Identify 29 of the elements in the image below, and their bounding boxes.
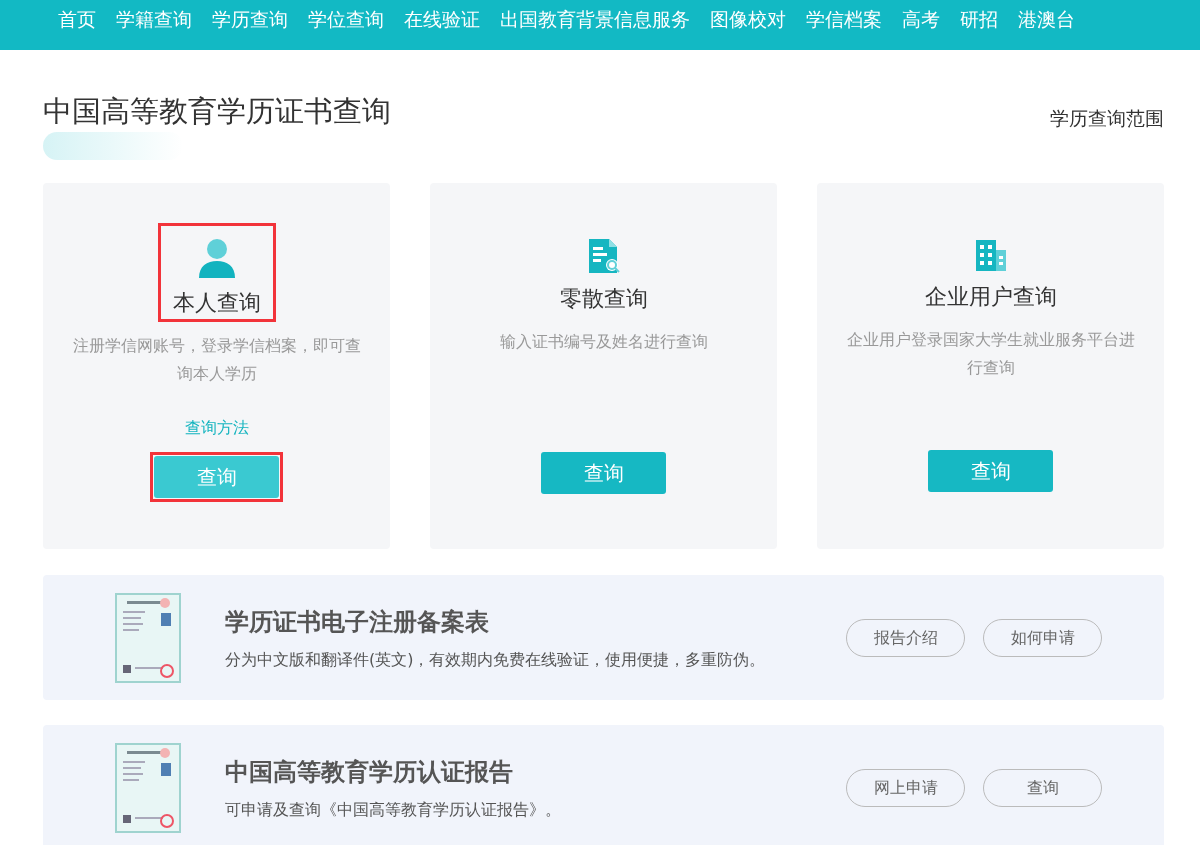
card-description: 注册学信网账号，登录学信档案，即可查询本人学历 — [71, 335, 362, 385]
nav-link-item[interactable]: 学籍查询 — [106, 0, 202, 38]
card-title: 企业用户查询 — [924, 283, 1057, 311]
query-button[interactable]: 查询 — [928, 450, 1053, 492]
nav-link-item[interactable]: 学信档案 — [796, 0, 892, 38]
nav-link-item[interactable]: 高考 — [892, 0, 950, 38]
card-title: 本人查询 — [172, 289, 261, 317]
nav-link-item[interactable]: 研招 — [950, 0, 1008, 38]
card-description: 输入证书编号及姓名进行查询 — [498, 331, 709, 353]
nav-link-item[interactable]: 港澳台 — [1008, 0, 1085, 38]
nav-link-item[interactable]: 学历查询 — [202, 0, 298, 38]
banner-title: 学历证书电子注册备案表 — [225, 606, 490, 638]
nav-link-item[interactable]: 首页 — [48, 0, 106, 38]
banner-description: 分为中文版和翻译件(英文)，有效期内免费在线验证，使用便捷，多重防伪。 — [225, 648, 767, 671]
nav-link-item[interactable]: 学位查询 — [298, 0, 394, 38]
card-description: 企业用户登录国家大学生就业服务平台进行查询 — [845, 329, 1136, 379]
query-button[interactable]: 查询 — [154, 456, 279, 498]
nav-link-item[interactable]: 出国教育背景信息服务 — [490, 0, 700, 38]
banner-description: 可申请及查询《中国高等教育学历认证报告》。 — [225, 798, 562, 821]
query-button[interactable]: 查询 — [541, 452, 666, 494]
banner-title: 中国高等教育学历认证报告 — [225, 756, 514, 788]
method-link[interactable]: 查询方法 — [184, 416, 249, 446]
scope-link[interactable]: 学历查询范围 — [1050, 104, 1164, 133]
nav-link-item[interactable]: 图像校对 — [700, 0, 796, 38]
nav-link-item[interactable]: 在线验证 — [394, 0, 490, 38]
page-title: 中国高等教育学历证书查询 — [43, 94, 391, 129]
card-title: 零散查询 — [559, 285, 648, 313]
building-icon — [973, 238, 1008, 272]
person-icon — [197, 238, 236, 278]
